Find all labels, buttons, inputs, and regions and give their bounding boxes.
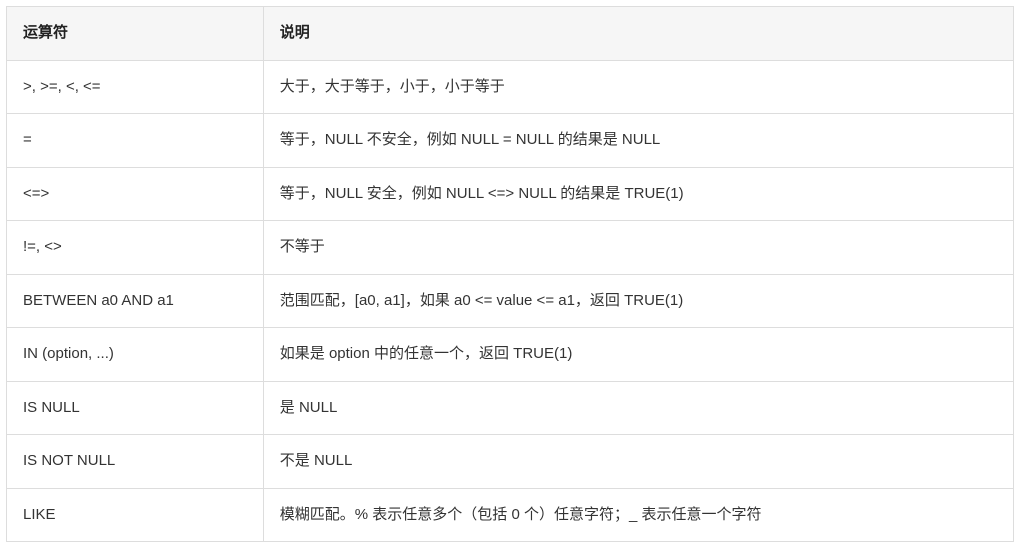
table-row: !=, <> 不等于 [7,221,1014,275]
table-row: = 等于，NULL 不安全，例如 NULL = NULL 的结果是 NULL [7,114,1014,168]
table-row: BETWEEN a0 AND a1 范围匹配，[a0, a1]，如果 a0 <=… [7,274,1014,328]
cell-description: 模糊匹配。% 表示任意多个（包括 0 个）任意字符；_ 表示任意一个字符 [263,488,1013,542]
cell-description: 不等于 [263,221,1013,275]
cell-operator: LIKE [7,488,264,542]
cell-description: 是 NULL [263,381,1013,435]
table-header-row: 运算符 说明 [7,7,1014,61]
cell-description: 等于，NULL 不安全，例如 NULL = NULL 的结果是 NULL [263,114,1013,168]
operators-table: 运算符 说明 >, >=, <, <= 大于，大于等于，小于，小于等于 = 等于… [6,6,1014,542]
cell-operator: >, >=, <, <= [7,60,264,114]
table-row: IN (option, ...) 如果是 option 中的任意一个，返回 TR… [7,328,1014,382]
cell-operator: IN (option, ...) [7,328,264,382]
header-operator: 运算符 [7,7,264,61]
cell-operator: IS NULL [7,381,264,435]
table-row: IS NOT NULL 不是 NULL [7,435,1014,489]
cell-operator: IS NOT NULL [7,435,264,489]
cell-description: 大于，大于等于，小于，小于等于 [263,60,1013,114]
table-row: IS NULL 是 NULL [7,381,1014,435]
cell-operator: <=> [7,167,264,221]
cell-description: 不是 NULL [263,435,1013,489]
cell-description: 如果是 option 中的任意一个，返回 TRUE(1) [263,328,1013,382]
table-row: >, >=, <, <= 大于，大于等于，小于，小于等于 [7,60,1014,114]
cell-operator: BETWEEN a0 AND a1 [7,274,264,328]
cell-description: 范围匹配，[a0, a1]，如果 a0 <= value <= a1，返回 TR… [263,274,1013,328]
cell-operator: !=, <> [7,221,264,275]
cell-description: 等于，NULL 安全，例如 NULL <=> NULL 的结果是 TRUE(1) [263,167,1013,221]
table-row: LIKE 模糊匹配。% 表示任意多个（包括 0 个）任意字符；_ 表示任意一个字… [7,488,1014,542]
cell-operator: = [7,114,264,168]
table-row: <=> 等于，NULL 安全，例如 NULL <=> NULL 的结果是 TRU… [7,167,1014,221]
header-description: 说明 [263,7,1013,61]
